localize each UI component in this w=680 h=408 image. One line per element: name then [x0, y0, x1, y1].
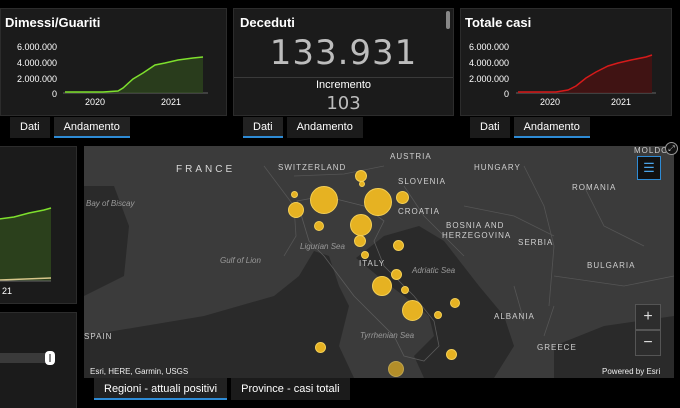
region-marker[interactable]: [388, 361, 404, 377]
x-tick: 2020: [85, 97, 106, 107]
map-label-herzegovina: HERZEGOVINA: [442, 231, 512, 240]
region-marker[interactable]: [391, 269, 402, 280]
region-marker[interactable]: [434, 311, 442, 319]
region-marker[interactable]: [364, 188, 392, 216]
tab-province[interactable]: Province - casi totali: [231, 378, 350, 400]
tab-dati[interactable]: Dati: [10, 117, 50, 138]
zoom-in-button[interactable]: +: [635, 304, 661, 330]
total-line-chart: [516, 54, 656, 94]
map-label-greece: GREECE: [537, 343, 577, 352]
region-marker[interactable]: [361, 251, 369, 259]
region-marker[interactable]: [350, 214, 372, 236]
left-line-chart: [0, 207, 52, 282]
left-chart-panel: 21: [0, 146, 77, 304]
sea-label-tyrrhenian: Tyrrhenian Sea: [360, 331, 415, 340]
region-marker[interactable]: [401, 286, 409, 294]
map-label-slovenia: SLOVENIA: [398, 177, 447, 186]
map-label-bulgaria: BULGARIA: [587, 261, 636, 270]
recovered-tabbar: Dati Andamento: [10, 117, 130, 138]
map-label-italy: ITALY: [359, 259, 386, 268]
region-marker[interactable]: [310, 186, 338, 214]
slider-handle-grip: [49, 354, 51, 362]
map-view[interactable]: FRANCE SWITZERLAND AUSTRIA HUNGARY SLOVE…: [84, 146, 674, 378]
x-tick: 2021: [611, 97, 632, 107]
x-tick: 21: [2, 286, 13, 296]
map-attribution[interactable]: Esri, HERE, Garmin, USGS: [90, 367, 188, 376]
tab-dati[interactable]: Dati: [470, 117, 510, 138]
map-label-hungary: HUNGARY: [474, 163, 521, 172]
sea-label-ligurian: Ligurian Sea: [300, 242, 345, 251]
bottom-tabbar: Regioni - attuali positivi Province - ca…: [94, 378, 350, 400]
map-label-albania: ALBANIA: [494, 312, 535, 321]
map-label-romania: ROMANIA: [572, 183, 617, 192]
region-marker[interactable]: [446, 349, 457, 360]
x-tick: 2021: [161, 97, 182, 107]
sea-label-adriatic: Adriatic Sea: [412, 266, 456, 275]
y-tick: 0: [51, 89, 57, 99]
scrollbar[interactable]: [446, 11, 450, 29]
region-marker[interactable]: [402, 300, 423, 321]
deaths-title: Deceduti: [240, 15, 295, 30]
map-label-austria: AUSTRIA: [390, 152, 432, 161]
deaths-tabbar: Dati Andamento: [243, 117, 363, 138]
x-tick: 2020: [540, 97, 561, 107]
y-tick: 4.000.000: [16, 58, 57, 68]
recovered-line-chart: [63, 56, 208, 94]
recovered-panel: Dimessi/Guariti 6.000.000 4.000.000 2.00…: [0, 8, 227, 116]
map-label-spain: SPAIN: [84, 332, 113, 341]
list-icon: ☰: [643, 160, 655, 175]
total-panel: Totale casi 6.000.000 4.000.000 2.000.00…: [460, 8, 672, 116]
tab-andamento[interactable]: Andamento: [286, 117, 363, 138]
region-marker[interactable]: [315, 342, 326, 353]
recovered-title: Dimessi/Guariti: [5, 15, 101, 30]
legend-list-button[interactable]: ☰: [637, 156, 661, 180]
sea-label-gulf-lion: Gulf of Lion: [220, 256, 261, 265]
map-label-bosnia: BOSNIA AND: [446, 221, 505, 230]
deaths-value: 133.931: [269, 33, 418, 73]
y-tick: 2.000.000: [16, 74, 57, 84]
increment-value: 103: [326, 93, 361, 114]
divider: [234, 77, 453, 78]
slider-track[interactable]: [0, 353, 51, 363]
increment-label: Incremento: [315, 79, 372, 91]
y-tick: 6.000.000: [16, 42, 57, 52]
region-marker[interactable]: [359, 181, 365, 187]
tab-andamento[interactable]: Andamento: [53, 117, 130, 138]
y-tick: 0: [503, 89, 509, 99]
region-marker[interactable]: [396, 191, 409, 204]
region-marker[interactable]: [291, 191, 298, 198]
region-marker[interactable]: [372, 276, 392, 296]
sea-label-biscay: Bay of Biscay: [86, 199, 135, 208]
zoom-out-button[interactable]: −: [635, 330, 661, 356]
y-tick: 2.000.000: [468, 74, 509, 84]
y-tick: 6.000.000: [468, 42, 509, 52]
map-label-france: FRANCE: [176, 164, 236, 175]
map-label-serbia: SERBIA: [518, 238, 554, 247]
total-title: Totale casi: [465, 15, 532, 30]
expand-icon[interactable]: ⤢: [665, 142, 678, 155]
deaths-panel: Deceduti 133.931 Incremento 103: [233, 8, 454, 116]
region-marker[interactable]: [354, 235, 366, 247]
total-tabbar: Dati Andamento: [470, 117, 590, 138]
map-label-moldova: MOLDO: [634, 146, 669, 155]
tab-andamento[interactable]: Andamento: [513, 117, 590, 138]
map-label-croatia: CROATIA: [398, 207, 440, 216]
left-slider-panel: [0, 312, 77, 408]
map-label-switzerland: SWITZERLAND: [278, 163, 347, 172]
region-marker[interactable]: [288, 202, 304, 218]
tab-dati[interactable]: Dati: [243, 117, 283, 138]
y-tick: 4.000.000: [468, 58, 509, 68]
region-marker[interactable]: [450, 298, 460, 308]
region-marker[interactable]: [314, 221, 324, 231]
powered-by-esri[interactable]: Powered by Esri: [602, 367, 660, 376]
region-marker[interactable]: [393, 240, 404, 251]
tab-regioni[interactable]: Regioni - attuali positivi: [94, 378, 228, 400]
